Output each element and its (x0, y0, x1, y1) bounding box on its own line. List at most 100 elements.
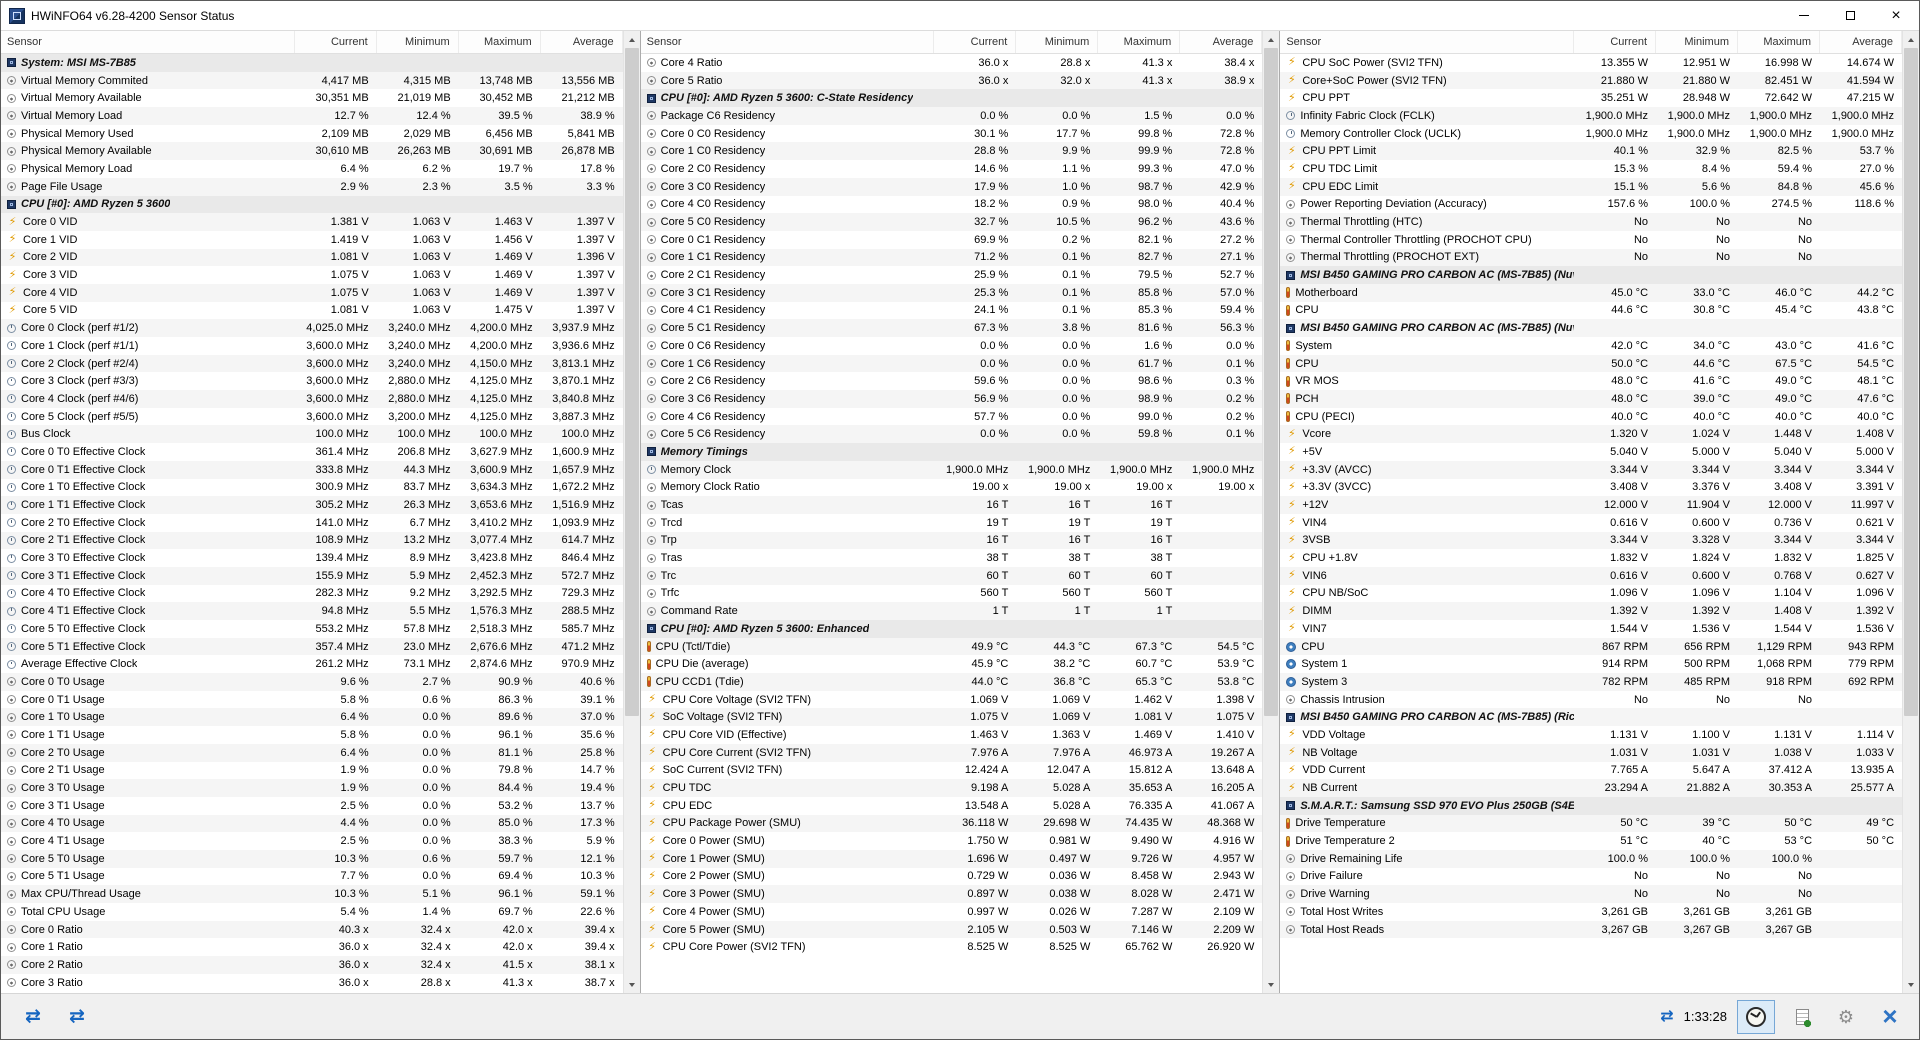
sensor-row[interactable]: Drive Failure No No No (1280, 868, 1902, 886)
sensor-row[interactable]: ⚡ Core 4 Power (SMU) 0.997 W 0.026 W 7.287 W… (641, 903, 1263, 921)
column-header-current[interactable]: Current (295, 31, 377, 53)
sensor-row[interactable]: Core 0 T1 Effective Clock 333.8 MHz 44.3 M… (1, 460, 623, 479)
column-header-maximum[interactable]: Maximum (459, 31, 541, 53)
scrollbar-down-button[interactable] (1903, 976, 1919, 993)
sensor-row[interactable]: ⚡ CPU Core VID (Effective) 1.463 V 1.363 V 1… (641, 726, 1263, 744)
sensor-row[interactable]: Core 2 Clock (perf #2/4) 3,600.0 MHz 3,240… (1, 354, 623, 373)
sensor-row[interactable]: ⚡ CPU Core Voltage (SVI2 TFN) 1.069 V 1.069… (641, 691, 1263, 709)
sensor-row[interactable]: Core 0 Ratio 40.3 x 32.4 x 42.0 x 39.4 x (1, 920, 623, 939)
sensor-row[interactable]: Core 4 T1 Effective Clock 94.8 MHz 5.5 MHz… (1, 602, 623, 620)
sensor-row[interactable]: Core 3 T0 Usage 1.9 % 0.0 % 84.4 % 19.4 % (1, 779, 623, 797)
sensor-row[interactable]: ⚡ CPU Core Power (SVI2 TFN) 8.525 W 8.525 W… (641, 938, 1263, 956)
sensor-row[interactable]: Thermal Throttling (PROCHOT EXT) No No No (1280, 248, 1903, 267)
sensor-row[interactable]: Core 3 C0 Residency 17.9 % 1.0 % 98.7 % 42.9… (640, 177, 1263, 196)
sensor-row[interactable]: Physical Memory Available 30,610 MB 26,263… (1, 142, 623, 161)
sensor-row[interactable]: Virtual Memory Commited 4,417 MB 4,315 MB 1… (1, 71, 623, 90)
sensor-row[interactable]: Core 4 C1 Residency 24.1 % 0.1 % 85.3 % 59.4… (641, 302, 1263, 320)
sensor-row[interactable]: Core 1 Ratio 36.0 x 32.4 x 42.0 x 39.4 x (1, 938, 623, 956)
sensor-row[interactable]: ⚡ Core 5 VID 1.081 V 1.063 V 1.475 V 1.397 V (1, 302, 623, 320)
sensor-row[interactable]: Core 3 C6 Residency 56.9 % 0.0 % 98.9 % 0.2 … (640, 390, 1263, 408)
sensor-row[interactable]: ⚡ Core 5 Power (SMU) 2.105 W 0.503 W 7.146 W… (640, 920, 1263, 939)
sensor-row[interactable]: Core 4 Clock (perf #4/6) 3,600.0 MHz 2,880… (1, 390, 623, 408)
sensor-row[interactable]: ⚡ Core 3 Power (SMU) 0.897 W 0.038 W 8.028 W… (640, 885, 1263, 903)
sensor-row[interactable]: ⚡ Core 2 VID 1.081 V 1.063 V 1.469 V 1.396 V (1, 248, 623, 267)
column-header-current[interactable]: Current (934, 31, 1017, 53)
sensor-row[interactable]: ⚡ CPU NB/SoC 1.096 V 1.096 V 1.104 V 1.096 V (1280, 585, 1902, 603)
sensor-row[interactable]: Core 0 C1 Residency 69.9 % 0.2 % 82.1 % 27.2… (641, 231, 1263, 249)
sensor-row[interactable]: CPU CCD1 (Tdie) 44.0 °C 36.8 °C 65.3 °C 53.8… (640, 673, 1263, 691)
sensor-row[interactable]: ⚡ SoC Voltage (SVI2 TFN) 1.075 V 1.069 V 1.0… (640, 708, 1263, 727)
sensor-row[interactable]: Average Effective Clock 261.2 MHz 73.1 MHz… (1, 655, 623, 673)
sensor-row[interactable]: CPU 50.0 °C 44.6 °C 67.5 °C 54.5 °C (1280, 354, 1903, 373)
sensor-row[interactable]: ⚡ Core 1 Power (SMU) 1.696 W 0.497 W 9.726 W… (640, 849, 1263, 868)
sensor-row[interactable]: ⚡ SoC Current (SVI2 TFN) 12.424 A 12.047 A 1… (641, 762, 1263, 780)
column-header-maximum[interactable]: Maximum (1098, 31, 1181, 53)
sensor-row[interactable]: ⚡ VIN6 0.616 V 0.600 V 0.768 V 0.627 V (1280, 566, 1903, 585)
sensor-row[interactable]: Thermal Controller Throttling (PROCHOT C… (1280, 231, 1902, 249)
sensor-row[interactable]: ⚡ CPU Package Power (SMU) 36.118 W 29.698 W… (640, 814, 1263, 833)
sensor-row[interactable]: Core 1 C6 Residency 0.0 % 0.0 % 61.7 % 0.1 % (640, 354, 1263, 373)
sensor-row[interactable]: CPU 44.6 °C 30.8 °C 45.4 °C 43.8 °C (1280, 302, 1902, 320)
sensor-row[interactable]: Core 0 C0 Residency 30.1 % 17.7 % 99.8 % 72.… (641, 125, 1263, 143)
sensor-row[interactable]: ⚡ VDD Current 7.765 A 5.647 A 37.412 A 13.935… (1280, 762, 1902, 780)
sensor-row[interactable]: ⚡ 3VSB 3.344 V 3.328 V 3.344 V 3.344 V (1280, 531, 1903, 550)
close-button[interactable]: × (1873, 1, 1919, 30)
sensor-row[interactable]: Core 3 C1 Residency 25.3 % 0.1 % 85.8 % 57.0… (640, 283, 1263, 302)
sensor-group-header[interactable]: Memory Timings (640, 443, 1263, 461)
sensor-row[interactable]: ⚡ DIMM 1.392 V 1.392 V 1.408 V 1.392 V (1280, 602, 1903, 620)
sensor-row[interactable]: ⚡ Core 1 VID 1.419 V 1.063 V 1.456 V 1.397 V (1, 231, 623, 249)
column-header-sensor[interactable]: Sensor (641, 31, 935, 53)
sensor-row[interactable]: System 1 914 RPM 500 RPM 1,068 RPM 779 RPM (1280, 655, 1902, 673)
column-header-average[interactable]: Average (1820, 31, 1903, 53)
sensor-row[interactable]: Drive Temperature 2 51 °C 40 °C 53 °C 50 °C (1280, 832, 1902, 850)
sensor-row[interactable]: ⚡ +3.3V (3VCC) 3.408 V 3.376 V 3.408 V 3.391 … (1280, 479, 1902, 497)
sensor-row[interactable]: Core 2 Ratio 36.0 x 32.4 x 41.5 x 38.1 x (1, 956, 623, 974)
sensor-row[interactable]: Core 0 Clock (perf #1/2) 4,025.0 MHz 3,240… (1, 319, 623, 337)
column-header-average[interactable]: Average (541, 31, 623, 53)
scrollbar-down-button[interactable] (624, 976, 640, 993)
sensor-row[interactable]: Core 4 C0 Residency 18.2 % 0.9 % 98.0 % 40.4… (641, 196, 1263, 214)
sensor-row[interactable]: ⚡ Core 4 VID 1.075 V 1.063 V 1.469 V 1.397 V (1, 283, 623, 302)
sensor-row[interactable]: ⚡ VDD Voltage 1.131 V 1.100 V 1.131 V 1.114 V (1280, 726, 1902, 744)
sensor-row[interactable]: Core 0 T0 Effective Clock 361.4 MHz 206.8 … (1, 443, 623, 461)
column-header-maximum[interactable]: Maximum (1738, 31, 1821, 53)
sensor-row[interactable]: Total Host Writes 3,261 GB 3,261 GB 3,261 G… (1280, 903, 1902, 921)
sensor-row[interactable]: Core 1 T1 Usage 5.8 % 0.0 % 96.1 % 35.6 % (1, 726, 623, 744)
sensor-row[interactable]: ⚡ Core 3 VID 1.075 V 1.063 V 1.469 V 1.397 V (1, 266, 623, 284)
settings-button[interactable]: ⚙ (1829, 1000, 1863, 1034)
sensor-group-header[interactable]: System: MSI MS-7B85 (1, 54, 623, 72)
sensor-row[interactable]: Infinity Fabric Clock (FCLK) 1,900.0 MHz 1… (1280, 107, 1903, 125)
sensor-row[interactable]: ⚡ CPU Core Current (SVI2 TFN) 7.976 A 7.976… (640, 743, 1263, 762)
sensor-row[interactable]: ⚡ Vcore 1.320 V 1.024 V 1.448 V 1.408 V (1280, 425, 1903, 444)
sensor-row[interactable]: ⚡ Core 2 Power (SMU) 0.729 W 0.036 W 8.458 W… (641, 868, 1263, 886)
report-button[interactable] (1785, 1000, 1819, 1034)
column-header-minimum[interactable]: Minimum (377, 31, 459, 53)
sensor-row[interactable]: CPU 867 RPM 656 RPM 1,129 RPM 943 RPM (1280, 637, 1903, 656)
sensor-group-header[interactable]: MSI B450 GAMING PRO CARBON AC (MS-7B85) … (1280, 266, 1903, 284)
sensor-row[interactable]: Core 5 Ratio 36.0 x 32.0 x 41.3 x 38.9 x (640, 71, 1263, 90)
sensor-row[interactable]: Core 0 C6 Residency 0.0 % 0.0 % 1.6 % 0.0 % (641, 337, 1263, 355)
sensor-row[interactable]: Max CPU/Thread Usage 10.3 % 5.1 % 96.1 % 59.… (1, 885, 623, 903)
sensor-row[interactable]: Core 2 T1 Usage 1.9 % 0.0 % 79.8 % 14.7 % (1, 762, 623, 780)
vertical-scrollbar[interactable] (1262, 31, 1280, 993)
titlebar[interactable]: HWiNFO64 v6.28-4200 Sensor Status × (1, 1, 1919, 31)
column-header-minimum[interactable]: Minimum (1016, 31, 1099, 53)
sensor-row[interactable]: Core 5 T0 Effective Clock 553.2 MHz 57.8 M… (1, 620, 623, 638)
sensor-row[interactable]: Core 2 C0 Residency 14.6 % 1.1 % 99.3 % 47.0… (641, 160, 1263, 178)
scroll-columns-right-button[interactable]: ⇄ (57, 1001, 97, 1033)
sensor-row[interactable]: ⚡ CPU EDC Limit 15.1 % 5.6 % 84.8 % 45.6 % (1280, 177, 1903, 196)
sensor-row[interactable]: Trc 60 T 60 T 60 T (640, 566, 1263, 585)
sensor-row[interactable]: ⚡ CPU SoC Power (SVI2 TFN) 13.355 W 12.951 … (1280, 54, 1902, 72)
sensor-row[interactable]: Core 4 T0 Effective Clock 282.3 MHz 9.2 MH… (1, 585, 623, 603)
sensor-row[interactable]: Core 1 T0 Effective Clock 300.9 MHz 83.7 M… (1, 479, 623, 497)
sensor-row[interactable]: System 3 782 RPM 485 RPM 918 RPM 692 RPM (1280, 673, 1903, 691)
sensor-row[interactable]: CPU (PECI) 40.0 °C 40.0 °C 40.0 °C 40.0 °C (1280, 408, 1902, 426)
sensor-row[interactable]: Thermal Throttling (HTC) No No No (1280, 213, 1903, 231)
sensor-row[interactable]: Core 5 C6 Residency 0.0 % 0.0 % 59.8 % 0.1 % (640, 425, 1263, 444)
column-header-sensor[interactable]: Sensor (1280, 31, 1575, 53)
scrollbar-track[interactable] (1263, 48, 1279, 976)
sensor-row[interactable]: Core 3 T1 Usage 2.5 % 0.0 % 53.2 % 13.7 % (1, 797, 623, 815)
sensor-row[interactable]: Total CPU Usage 5.4 % 1.4 % 69.7 % 22.6 % (1, 903, 623, 921)
sensor-row[interactable]: ⚡ +12V 12.000 V 11.904 V 12.000 V 11.997 V (1280, 496, 1903, 514)
sensor-group-header[interactable]: CPU [#0]: AMD Ryzen 5 3600: Enhanced (640, 620, 1263, 638)
